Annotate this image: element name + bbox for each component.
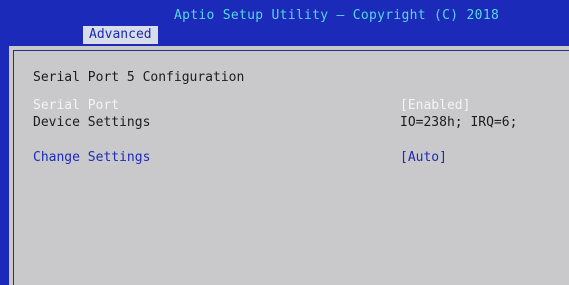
device-settings-label: Device Settings: [33, 115, 151, 130]
serial-port-label: Serial Port: [33, 98, 120, 113]
serial-port-option[interactable]: Serial Port: [33, 98, 119, 113]
change-settings-option[interactable]: Change Settings: [33, 150, 150, 165]
utility-title: Aptio Setup Utility – Copyright (C) 2018: [174, 8, 500, 23]
header-bar: Aptio Setup Utility – Copyright (C) 2018…: [0, 0, 569, 44]
panel-frame: [13, 50, 569, 285]
change-settings-label: Change Settings: [33, 150, 151, 165]
device-settings-value: IO=238h; IRQ=6;: [400, 115, 518, 130]
page-title: Serial Port 5 Configuration: [33, 70, 245, 85]
main-panel: Serial Port 5 Configuration Serial Port …: [7, 44, 569, 285]
tab-advanced[interactable]: Advanced: [83, 26, 158, 44]
serial-port-value[interactable]: [Enabled]: [400, 98, 470, 113]
change-settings-value[interactable]: [Auto]: [400, 150, 447, 165]
